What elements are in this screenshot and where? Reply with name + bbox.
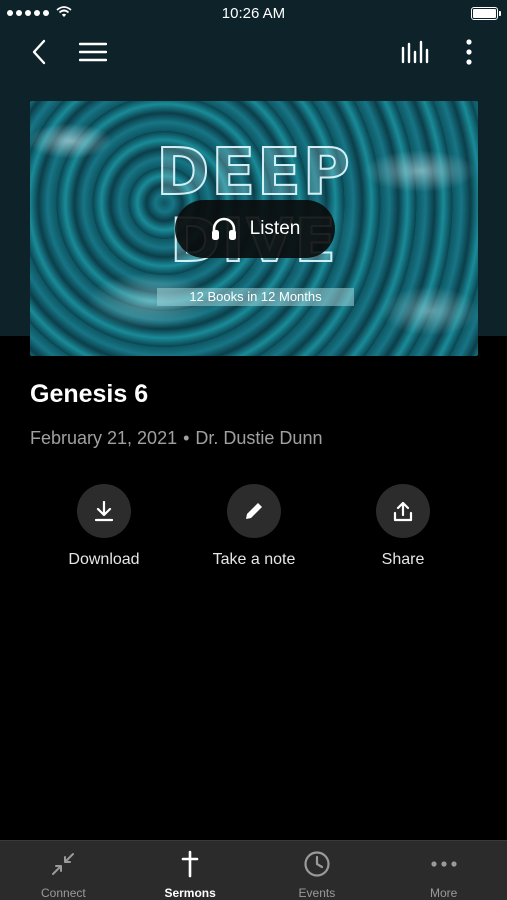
take-note-button[interactable]: Take a note	[189, 484, 319, 569]
download-icon	[94, 500, 114, 522]
more-options-button[interactable]	[454, 34, 484, 70]
tab-connect[interactable]: Connect	[0, 841, 127, 900]
download-button[interactable]: Download	[39, 484, 169, 569]
more-dots-icon	[430, 849, 458, 878]
share-circle[interactable]	[376, 484, 430, 538]
equalizer-icon	[401, 40, 429, 64]
share-button[interactable]: Share	[338, 484, 468, 569]
artwork-subtitle: 12 Books in 12 Months	[157, 288, 354, 306]
download-label: Download	[68, 551, 140, 568]
tab-more-label: More	[429, 886, 458, 900]
listen-button[interactable]: Listen	[175, 200, 335, 258]
audio-levels-button[interactable]	[396, 34, 434, 70]
chevron-left-icon	[32, 39, 46, 65]
sermon-speaker: Dr. Dustie Dunn	[195, 428, 323, 448]
clock-icon	[303, 849, 331, 878]
back-button[interactable]	[22, 34, 56, 70]
vertical-dots-icon	[466, 39, 472, 65]
tab-bar: Connect Sermons Events More	[0, 840, 507, 900]
hamburger-icon	[79, 42, 107, 62]
take-note-circle[interactable]	[227, 484, 281, 538]
tab-events[interactable]: Events	[254, 841, 381, 900]
sermon-date: February 21, 2021	[30, 428, 178, 448]
menu-button[interactable]	[76, 34, 110, 70]
battery-icon	[471, 7, 501, 20]
download-circle[interactable]	[77, 484, 131, 538]
take-note-label: Take a note	[212, 551, 296, 568]
cross-icon	[180, 849, 200, 878]
status-bar: 10:26 AM	[0, 0, 507, 28]
share-label: Share	[381, 551, 425, 568]
artwork-title-deep: DEEP	[155, 136, 352, 210]
tab-sermons[interactable]: Sermons	[127, 841, 254, 900]
tab-more[interactable]: More	[380, 841, 507, 900]
pencil-icon	[246, 503, 262, 519]
share-icon	[393, 501, 413, 522]
listen-label: Listen	[249, 218, 301, 239]
tab-events-label: Events	[298, 886, 336, 900]
connect-icon	[50, 849, 76, 878]
headphones-icon	[211, 217, 236, 240]
tab-sermons-label: Sermons	[164, 886, 216, 900]
tab-connect-label: Connect	[41, 886, 86, 900]
sermon-title: Genesis 6	[30, 380, 149, 408]
meta-separator: •	[183, 428, 190, 448]
sermon-meta: February 21, 2021 • Dr. Dustie Dunn	[30, 428, 322, 449]
status-time: 10:26 AM	[221, 5, 286, 22]
